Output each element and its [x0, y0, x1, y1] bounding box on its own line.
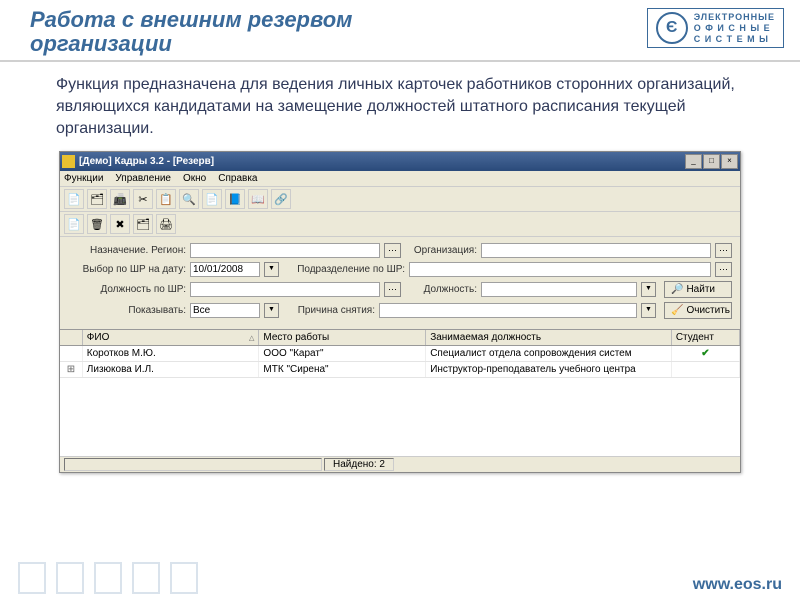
tb2-new-icon[interactable]: 📄	[64, 214, 84, 234]
logo-icon: Є	[656, 12, 688, 44]
menu-functions[interactable]: Функции	[64, 173, 103, 184]
tb2-close-icon[interactable]: ✖	[110, 214, 130, 234]
status-found: Найдено: 2	[324, 458, 394, 471]
statusbar: Найдено: 2	[60, 456, 740, 472]
toolbar-main: 📄 🗂 📠 ✂ 📋 🔍 📄 📘 📖 🔗	[60, 187, 740, 212]
cell-fio: Лизюкова И.Л.	[83, 362, 260, 377]
tb2-folder-icon[interactable]: 🗂	[133, 214, 153, 234]
date-label: Выбор по ШР на дату:	[68, 264, 186, 275]
menubar: Функции Управление Окно Справка	[60, 171, 740, 187]
dept-input[interactable]	[409, 262, 711, 277]
cell-fio: Коротков М.Ю.	[83, 346, 260, 361]
org-label: Организация:	[405, 245, 477, 256]
tb2-print-icon[interactable]: 🖨	[156, 214, 176, 234]
footer-url: www.eos.ru	[693, 576, 782, 594]
title-line2: организации	[30, 32, 352, 56]
show-input[interactable]	[190, 303, 260, 318]
app-window: [Демо] Кадры 3.2 - [Резерв] _ □ × Функци…	[59, 151, 741, 473]
menu-help[interactable]: Справка	[218, 173, 257, 184]
org-input[interactable]	[481, 243, 711, 258]
cell-stud	[672, 362, 740, 377]
tb-doc-icon[interactable]: 📄	[202, 189, 222, 209]
slide-title: Работа с внешним резервом организации	[30, 8, 352, 56]
window-controls: _ □ ×	[685, 154, 738, 169]
col-header-fio[interactable]: ФИО△	[83, 330, 260, 345]
org-picker-button[interactable]: ⋯	[715, 243, 732, 258]
find-button[interactable]: 🔎 Найти	[664, 281, 732, 298]
toolbar-secondary: 📄 🗑 ✖ 🗂 🖨	[60, 212, 740, 237]
grid-body: Коротков М.Ю. ООО "Карат" Специалист отд…	[60, 346, 740, 456]
cell-work: ООО "Карат"	[259, 346, 426, 361]
tb2-delete-icon[interactable]: 🗑	[87, 214, 107, 234]
region-input[interactable]	[190, 243, 380, 258]
broom-icon: 🧹	[671, 305, 683, 316]
region-label: Назначение. Регион:	[68, 245, 186, 256]
date-dropdown-button[interactable]: ▼	[264, 262, 279, 277]
cell-stud: ✔	[672, 346, 740, 361]
app-icon	[62, 155, 75, 168]
tb-book-icon[interactable]: 📘	[225, 189, 245, 209]
region-picker-button[interactable]: ⋯	[384, 243, 401, 258]
brand-logo: Є ЭЛЕКТРОННЫЕ О Ф И С Н Ы Е С И С Т Е М …	[647, 8, 784, 48]
dept-picker-button[interactable]: ⋯	[715, 262, 732, 277]
window-title: [Демо] Кадры 3.2 - [Резерв]	[79, 156, 685, 167]
clear-button[interactable]: 🧹 Очистить	[664, 302, 732, 319]
row-expand-icon[interactable]: ⊞	[60, 362, 83, 377]
cell-pos: Специалист отдела сопровождения систем	[426, 346, 672, 361]
col-header-stud[interactable]: Студент	[672, 330, 740, 345]
tb-open-icon[interactable]: 🗂	[87, 189, 107, 209]
tb-manual-icon[interactable]: 📖	[248, 189, 268, 209]
menu-manage[interactable]: Управление	[115, 173, 171, 184]
pos-shr-picker-button[interactable]: ⋯	[384, 282, 401, 297]
tb-fax-icon[interactable]: 📠	[110, 189, 130, 209]
col-header-work[interactable]: Место работы	[259, 330, 426, 345]
reason-input[interactable]	[379, 303, 637, 318]
reason-dropdown-button[interactable]: ▼	[641, 303, 656, 318]
grid-header: ФИО△ Место работы Занимаемая должность С…	[60, 329, 740, 346]
logo-text: ЭЛЕКТРОННЫЕ О Ф И С Н Ы Е С И С Т Е М Ы	[694, 12, 775, 44]
row-handle-header	[60, 330, 83, 345]
reason-label: Причина снятия:	[283, 305, 375, 316]
tb-search-icon[interactable]: 🔍	[179, 189, 199, 209]
pos-label: Должность:	[405, 284, 477, 295]
binoculars-icon: 🔎	[671, 284, 683, 295]
filter-panel: Назначение. Регион: ⋯ Организация: ⋯ Выб…	[60, 237, 740, 329]
title-line1: Работа с внешним резервом	[30, 8, 352, 32]
tb-cut-icon[interactable]: ✂	[133, 189, 153, 209]
slide-description: Функция предназначена для ведения личных…	[0, 62, 800, 147]
date-input[interactable]	[190, 262, 260, 277]
close-button[interactable]: ×	[721, 154, 738, 169]
table-row[interactable]: Коротков М.Ю. ООО "Карат" Специалист отд…	[60, 346, 740, 362]
slide-header: Работа с внешним резервом организации Є …	[0, 0, 800, 62]
titlebar[interactable]: [Демо] Кадры 3.2 - [Резерв] _ □ ×	[60, 152, 740, 171]
cell-work: МТК "Сирена"	[259, 362, 426, 377]
tb-link-icon[interactable]: 🔗	[271, 189, 291, 209]
pos-dropdown-button[interactable]: ▼	[641, 282, 656, 297]
maximize-button[interactable]: □	[703, 154, 720, 169]
dept-label: Подразделение по ШР:	[283, 264, 405, 275]
menu-window[interactable]: Окно	[183, 173, 206, 184]
pos-input[interactable]	[481, 282, 637, 297]
footer-decorative-icons	[18, 562, 198, 594]
row-expand-icon[interactable]	[60, 346, 83, 361]
pos-shr-input[interactable]	[190, 282, 380, 297]
table-row[interactable]: ⊞ Лизюкова И.Л. МТК "Сирена" Инструктор-…	[60, 362, 740, 378]
tb-paste-icon[interactable]: 📋	[156, 189, 176, 209]
status-empty	[64, 458, 322, 471]
cell-pos: Инструктор-преподаватель учебного центра	[426, 362, 672, 377]
col-header-pos[interactable]: Занимаемая должность	[426, 330, 672, 345]
show-label: Показывать:	[68, 305, 186, 316]
check-icon: ✔	[701, 348, 709, 359]
tb-new-icon[interactable]: 📄	[64, 189, 84, 209]
pos-shr-label: Должность по ШР:	[68, 284, 186, 295]
minimize-button[interactable]: _	[685, 154, 702, 169]
show-dropdown-button[interactable]: ▼	[264, 303, 279, 318]
